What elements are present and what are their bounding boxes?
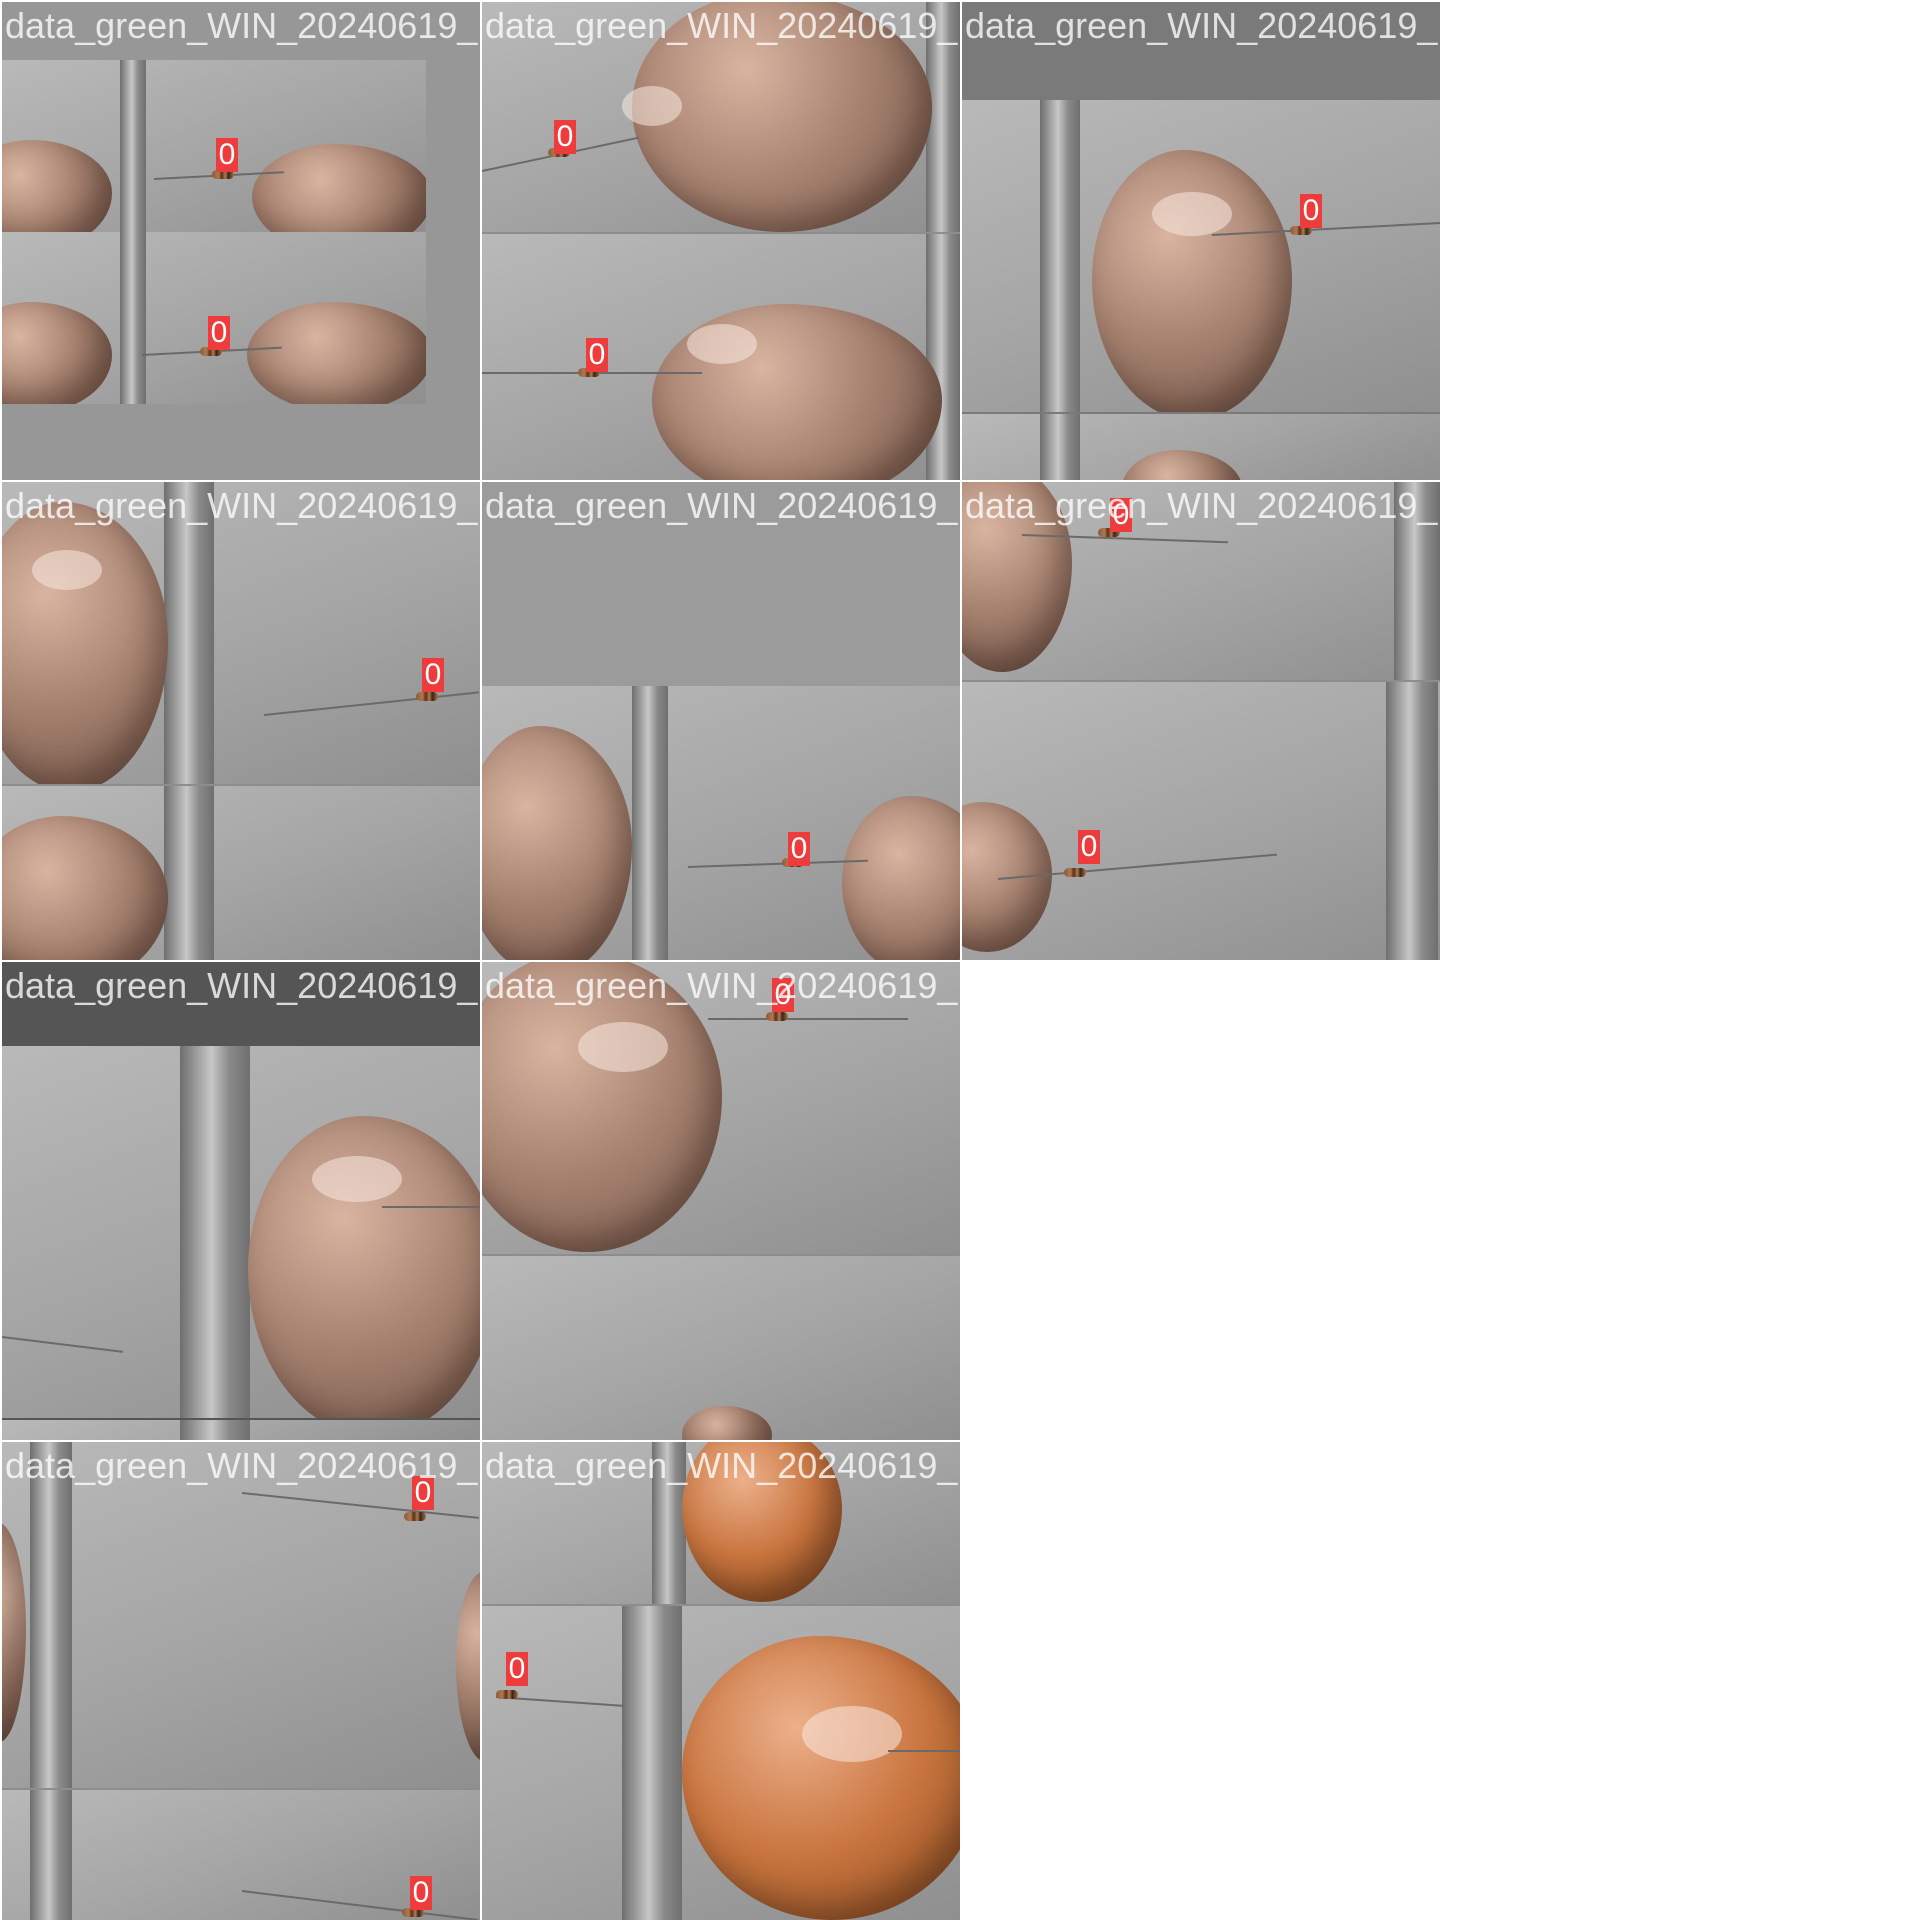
image-filename: data_green_WIN_20240619_18_22_31_Pro.jpg xyxy=(5,485,480,526)
detection-label: 0 xyxy=(788,832,810,866)
hand xyxy=(247,302,426,404)
resistor-lead xyxy=(241,1492,479,1519)
fingernail xyxy=(32,550,102,590)
mosaic-tile: 0 0 data_green_WIN_20240619_18_22_12_Pro… xyxy=(2,2,480,480)
photo xyxy=(482,1256,960,1440)
resistor xyxy=(404,1512,426,1521)
mosaic-tile: 0 data_green_WIN_20240619_18_21_18_Pro.j… xyxy=(482,482,960,960)
mosaic-tile: 0 data_green_WIN_20240619_18_21_55_Pro.j… xyxy=(482,962,960,1440)
camera-stand xyxy=(926,234,960,480)
detection-label: 0 xyxy=(422,658,444,692)
photo xyxy=(482,234,960,480)
hand xyxy=(482,726,632,960)
hand xyxy=(2,1522,26,1742)
mosaic-tile: 0 data_green_WIN_20240619_18_19_05_Pro.j… xyxy=(482,1442,960,1920)
mosaic-tile: 0 0 data_green_WIN_20240619_18_20_46_Pro… xyxy=(482,2,960,480)
mosaic-tile: 0 0 data_green_WIN_20240619_18_19_57_Pro… xyxy=(962,482,1440,960)
photo xyxy=(2,1420,480,1440)
camera-stand xyxy=(180,1046,250,1418)
camera-stand xyxy=(1386,682,1438,960)
image-filename: data_green_WIN_20240619_18_21_18_Pro.jpg xyxy=(485,485,960,526)
resistor-lead xyxy=(241,1890,479,1920)
hand xyxy=(252,144,426,232)
photo xyxy=(2,60,426,232)
camera-stand xyxy=(622,1606,682,1920)
resistor-lead xyxy=(888,1750,960,1752)
detection-label: 0 xyxy=(586,338,608,372)
resistor xyxy=(496,1690,518,1699)
detection-label: 0 xyxy=(1300,194,1322,228)
image-filename: data_green_WIN_20240619_18_22_12_Pro.jpg xyxy=(5,5,480,46)
mosaic-tile: 0 data_green_WIN_20240619_18_19_14_Pro.j… xyxy=(962,2,1440,480)
hand xyxy=(842,796,960,960)
fingernail xyxy=(622,86,682,126)
photo xyxy=(2,1790,480,1920)
photo xyxy=(2,1442,480,1788)
resistor-lead xyxy=(708,1018,908,1020)
camera-stand xyxy=(1040,414,1080,480)
detection-label: 0 xyxy=(410,1876,432,1910)
camera-stand xyxy=(164,786,214,960)
camera-stand xyxy=(120,232,146,404)
resistor-lead xyxy=(2,1336,124,1353)
camera-stand xyxy=(632,686,668,960)
photo xyxy=(962,682,1440,960)
detection-label: 0 xyxy=(216,138,238,172)
camera-stand xyxy=(1040,100,1080,412)
resistor-lead xyxy=(263,691,479,716)
hand xyxy=(1122,450,1242,480)
camera-stand xyxy=(30,1790,72,1920)
photo xyxy=(2,1046,480,1418)
hand xyxy=(456,1572,480,1762)
image-filename: data_green_WIN_20240619_18_19_01_Pro.jpg xyxy=(5,1445,480,1486)
fingernail xyxy=(687,324,757,364)
photo xyxy=(962,414,1440,480)
image-filename: data_green_WIN_20240619_18_19_14_Pro.jpg xyxy=(965,5,1440,46)
image-filename: data_green_WIN_20240619_18_20_46_Pro.jpg xyxy=(485,5,960,46)
camera-stand xyxy=(120,60,146,232)
detection-label: 0 xyxy=(208,316,230,350)
photo xyxy=(2,786,480,960)
image-filename: data_green_WIN_20240619_18_20_31_Pro.jpg xyxy=(5,965,480,1006)
hand xyxy=(2,502,168,784)
resistor xyxy=(766,1012,788,1021)
mosaic-tile: 0 0 data_green_WIN_20240619_18_19_01_Pro… xyxy=(2,1442,480,1920)
image-filename: data_green_WIN_20240619_18_19_05_Pro.jpg xyxy=(485,1445,960,1486)
fingernail xyxy=(578,1022,668,1072)
mosaic-tile: data_green_WIN_20240619_18_20_31_Pro.jpg xyxy=(2,962,480,1440)
hand xyxy=(682,1636,960,1920)
detection-label: 0 xyxy=(1078,830,1100,864)
hand xyxy=(682,1406,772,1440)
resistor-lead xyxy=(687,859,868,868)
detection-label: 0 xyxy=(554,120,576,154)
photo xyxy=(482,686,960,960)
photo xyxy=(962,100,1440,412)
fingernail xyxy=(312,1156,402,1202)
resistor xyxy=(1064,868,1086,877)
camera-stand xyxy=(180,1420,250,1440)
resistor-lead xyxy=(382,1206,480,1208)
hand xyxy=(2,302,112,404)
image-filename: data_green_WIN_20240619_18_19_57_Pro.jpg xyxy=(965,485,1440,526)
mosaic-tile: 0 data_green_WIN_20240619_18_22_31_Pro.j… xyxy=(2,482,480,960)
fingernail xyxy=(1152,192,1232,236)
photo xyxy=(482,1606,960,1920)
hand xyxy=(2,816,168,960)
camera-stand xyxy=(30,1442,72,1788)
fingernail xyxy=(802,1706,902,1762)
image-filename: data_green_WIN_20240619_18_21_55_Pro.jpg xyxy=(485,965,960,1006)
hand xyxy=(1092,150,1292,412)
hand xyxy=(2,140,112,232)
resistor xyxy=(416,692,438,701)
detection-label: 0 xyxy=(506,1652,528,1686)
